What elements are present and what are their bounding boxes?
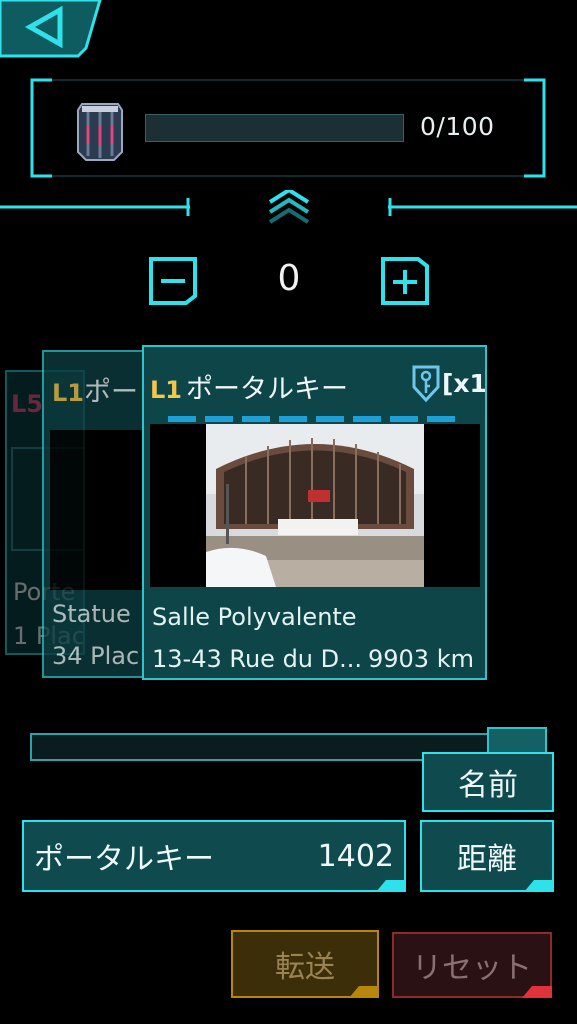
portal-photo bbox=[150, 424, 480, 587]
minus-icon bbox=[149, 257, 197, 305]
card-level: L1 bbox=[150, 376, 182, 404]
card-header: L1ポー bbox=[52, 370, 138, 409]
card-multiplier: [x1] bbox=[442, 369, 487, 398]
card-title: ポー bbox=[84, 377, 138, 408]
item-type-filter[interactable]: ポータルキー 1402 bbox=[22, 820, 406, 892]
portal-image bbox=[206, 424, 424, 587]
card-distance: 9903 km bbox=[368, 645, 474, 673]
sort-by-name-label: 名前 bbox=[458, 768, 518, 803]
card-level: L5 bbox=[11, 390, 43, 418]
capsule-count: 0/100 bbox=[420, 112, 495, 141]
card-level: L1 bbox=[52, 379, 84, 407]
capsule-progress-bar bbox=[145, 114, 404, 142]
transfer-button[interactable]: 転送 bbox=[231, 930, 379, 998]
key-shield-icon bbox=[410, 363, 442, 403]
reset-label: リセット bbox=[412, 951, 532, 986]
portal-key-card-selected[interactable]: L1ポータルキー [x1] bbox=[142, 345, 487, 680]
quantity-value: 0 bbox=[277, 258, 301, 299]
card-portal-name: Statue bbox=[52, 600, 131, 628]
card-title: ポータルキー bbox=[186, 374, 348, 405]
sort-by-distance-button[interactable]: 距離 bbox=[420, 820, 554, 892]
corner-accent-icon bbox=[522, 986, 552, 998]
card-header: L1 ポータルキー bbox=[150, 367, 348, 406]
corner-accent-icon bbox=[376, 880, 406, 892]
sort-by-distance-label: 距離 bbox=[457, 842, 517, 877]
chevron-up-icon bbox=[268, 187, 310, 224]
card-address: 34 Plac bbox=[52, 642, 140, 670]
plus-icon bbox=[381, 257, 429, 305]
card-address: 13-43 Rue du D... bbox=[152, 645, 363, 673]
transfer-label: 転送 bbox=[275, 950, 335, 985]
corner-accent-icon bbox=[349, 986, 379, 998]
reset-button[interactable]: リセット bbox=[392, 932, 552, 998]
filter-label: ポータルキー bbox=[34, 842, 214, 877]
capsule-icon bbox=[72, 100, 128, 164]
decrease-button[interactable] bbox=[148, 256, 198, 306]
back-button[interactable] bbox=[0, 0, 105, 58]
expand-divider[interactable] bbox=[0, 187, 577, 230]
filter-count: 1402 bbox=[317, 838, 394, 874]
sort-by-name-button[interactable]: 名前 bbox=[422, 752, 554, 812]
increase-button[interactable] bbox=[380, 256, 430, 306]
corner-accent-icon bbox=[524, 880, 554, 892]
card-portal-name: Salle Polyvalente bbox=[152, 603, 357, 631]
